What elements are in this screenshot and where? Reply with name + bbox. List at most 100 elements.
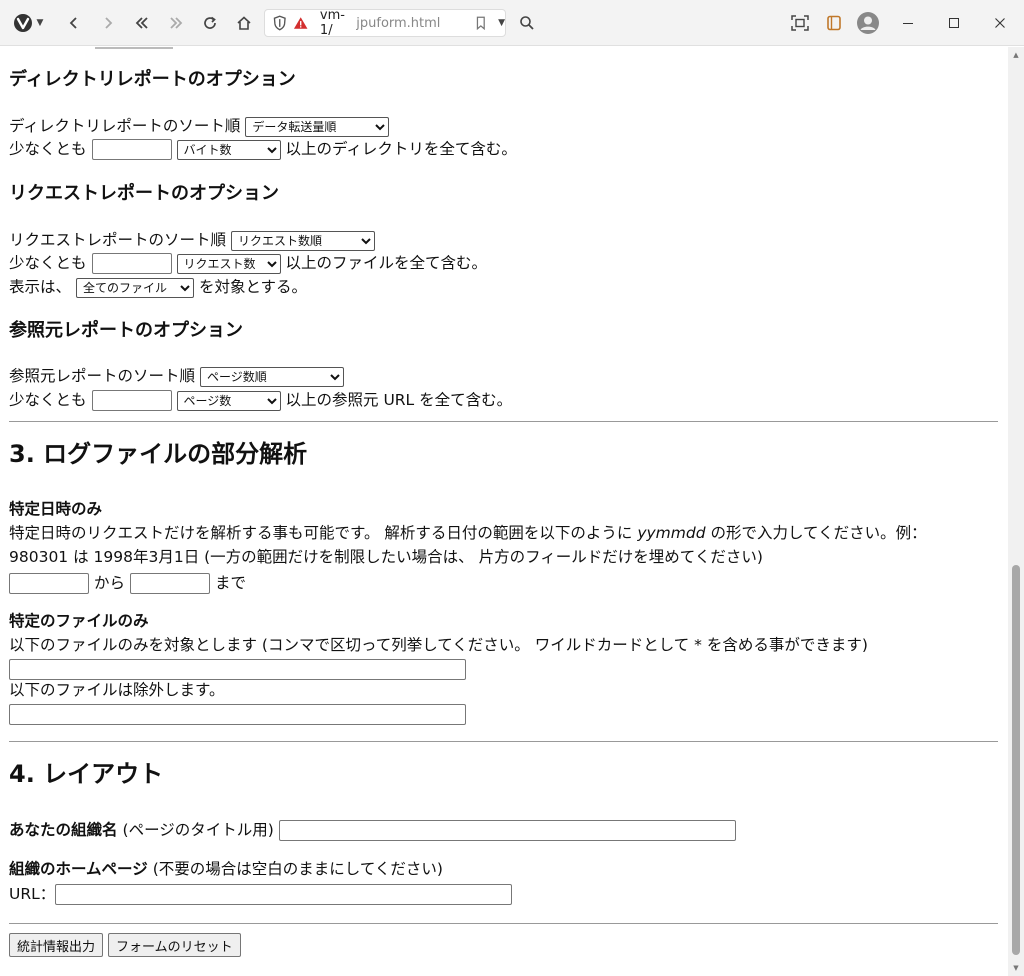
include-files-input[interactable] xyxy=(9,659,466,680)
dir-unit-select[interactable]: バイト数 xyxy=(176,139,281,160)
req-show-label: 表示は、 xyxy=(9,278,72,296)
date-to-input[interactable] xyxy=(130,573,211,594)
ref-min-input[interactable] xyxy=(91,390,172,411)
scroll-down-arrow-icon[interactable]: ▼ xyxy=(1012,964,1020,972)
date-desc-line2: 980301 は 1998年3月1日 (一方の範囲だけを制限したい場合は、 片方… xyxy=(9,548,763,566)
cut-off-element xyxy=(95,47,173,49)
reload-button[interactable] xyxy=(196,9,224,37)
to-label: まで xyxy=(215,574,247,592)
fast-forward-button[interactable] xyxy=(162,9,190,37)
rewind-icon xyxy=(135,17,148,29)
dir-sort-row: ディレクトリレポートのソート順 データ転送量順 xyxy=(9,115,390,138)
url-dropdown-icon[interactable]: ▼ xyxy=(498,18,505,28)
date-title: 特定日時のみ xyxy=(9,500,103,518)
minimize-button[interactable] xyxy=(890,9,926,37)
close-icon xyxy=(995,18,1005,28)
section-divider xyxy=(9,741,998,742)
section-divider xyxy=(9,421,998,422)
req-min-suffix: 以上のファイルを全て含む。 xyxy=(285,254,488,272)
date-desc-post: の形で入力してください。例： xyxy=(710,524,927,542)
date-from-input[interactable] xyxy=(9,573,89,594)
reload-icon xyxy=(204,16,216,29)
vivaldi-logo-icon xyxy=(13,14,32,32)
capture-button[interactable] xyxy=(786,9,814,37)
chevron-down-icon: ▼ xyxy=(36,18,44,28)
ref-sort-select[interactable]: ページ数順 xyxy=(200,366,345,387)
date-range-row: から まで xyxy=(9,572,246,595)
req-min-input[interactable] xyxy=(91,253,172,274)
ref-min-suffix: 以上の参照元 URL を全て含む。 xyxy=(285,391,513,409)
close-window-button[interactable] xyxy=(982,9,1018,37)
ref-unit-select[interactable]: ページ数 xyxy=(176,390,281,411)
section-divider xyxy=(9,923,998,924)
forward-button[interactable] xyxy=(94,9,122,37)
back-arrow-icon xyxy=(69,17,77,29)
vivaldi-menu-button[interactable]: ▼ xyxy=(8,9,48,37)
org-label: あなたの組織名 xyxy=(9,821,118,839)
ref-sort-row: 参照元レポートのソート順 ページ数順 xyxy=(9,365,345,388)
dir-min-label: 少なくとも xyxy=(9,140,87,158)
date-format: yymmdd xyxy=(637,524,706,542)
address-bar[interactable]: vm-1/jpuform.html ▼ xyxy=(264,8,506,38)
home-row: 組織のホームページ (不要の場合は空白のままにしてください) xyxy=(9,858,443,881)
req-min-row: 少なくとも リクエスト数 以上のファイルを全て含む。 xyxy=(9,252,487,275)
bookmark-icon[interactable] xyxy=(476,16,486,30)
ref-min-label: 少なくとも xyxy=(9,391,87,409)
include-desc: 以下のファイルのみを対象とします (コンマで区切って列挙してください。 ワイルド… xyxy=(9,636,868,654)
org-name-input[interactable] xyxy=(278,820,736,841)
req-sort-row: リクエストレポートのソート順 リクエスト数順 xyxy=(9,229,376,252)
date-desc: 特定日時のリクエストだけを解析する事も可能です。 解析する日付の範囲を以下のよう… xyxy=(9,522,927,545)
layout-heading: 4. レイアウト xyxy=(9,760,164,788)
home-label: 組織のホームページ xyxy=(9,860,148,878)
form-buttons: 統計情報出力 フォームのリセット xyxy=(9,933,241,957)
req-sort-select[interactable]: リクエスト数順 xyxy=(231,230,376,251)
ref-sort-label: 参照元レポートのソート順 xyxy=(9,367,196,385)
from-label: から xyxy=(94,574,126,592)
file-title: 特定のファイルのみ xyxy=(9,612,149,630)
submit-button[interactable]: 統計情報出力 xyxy=(9,933,104,957)
browser-toolbar: ▼ vm-1/jpuform.html ▼ xyxy=(0,0,1024,46)
minimize-icon xyxy=(903,23,913,24)
forward-arrow-icon xyxy=(105,17,113,29)
dir-sort-label: ディレクトリレポートのソート順 xyxy=(9,117,241,135)
home-button[interactable] xyxy=(230,9,258,37)
maximize-icon xyxy=(949,18,959,28)
homepage-url-input[interactable] xyxy=(55,884,513,905)
ref-min-row: 少なくとも ページ数 以上の参照元 URL を全て含む。 xyxy=(9,389,512,412)
url-label: URL： xyxy=(9,885,56,903)
page-content: ディレクトリレポートのオプション ディレクトリレポートのソート順 データ転送量順… xyxy=(0,47,1008,976)
home-note: (不要の場合は空白のままにしてください) xyxy=(152,860,443,878)
partial-heading: 3. ログファイルの部分解析 xyxy=(9,440,308,468)
dir-sort-select[interactable]: データ転送量順 xyxy=(245,116,390,137)
back-button[interactable] xyxy=(60,9,88,37)
scroll-up-arrow-icon[interactable]: ▲ xyxy=(1012,51,1020,59)
search-button[interactable] xyxy=(514,9,540,37)
req-unit-select[interactable]: リクエスト数 xyxy=(176,253,281,274)
panel-icon xyxy=(827,15,841,31)
req-report-heading: リクエストレポートのオプション xyxy=(9,183,279,204)
req-min-label: 少なくとも xyxy=(9,254,87,272)
org-note: (ページのタイトル用) xyxy=(122,821,274,839)
dir-report-heading: ディレクトリレポートのオプション xyxy=(9,69,296,90)
reset-button[interactable]: フォームのリセット xyxy=(108,933,241,957)
org-row: あなたの組織名 (ページのタイトル用) xyxy=(9,819,736,842)
url-path: jpuform.html xyxy=(356,15,441,31)
rewind-button[interactable] xyxy=(128,9,156,37)
warning-icon xyxy=(293,17,307,29)
req-sort-label: リクエストレポートのソート順 xyxy=(9,231,227,249)
profile-button[interactable] xyxy=(854,9,882,37)
date-desc-pre: 特定日時のリクエストだけを解析する事も可能です。 解析する日付の範囲を以下のよう… xyxy=(9,524,633,542)
dir-min-input[interactable] xyxy=(91,139,172,160)
req-show-select[interactable]: 全てのファイル xyxy=(76,277,195,298)
scroll-thumb[interactable] xyxy=(1012,565,1020,955)
avatar-icon xyxy=(857,12,879,34)
capture-icon xyxy=(791,15,809,31)
maximize-button[interactable] xyxy=(936,9,972,37)
panel-toggle-button[interactable] xyxy=(820,9,848,37)
exclude-desc: 以下のファイルは除外します。 xyxy=(9,681,225,699)
exclude-files-input[interactable] xyxy=(9,704,466,725)
url-host: vm-1/ xyxy=(319,8,345,38)
fast-forward-icon xyxy=(170,17,183,29)
url-row: URL： xyxy=(9,883,513,906)
scrollbar[interactable]: ▲ ▼ xyxy=(1008,47,1024,976)
